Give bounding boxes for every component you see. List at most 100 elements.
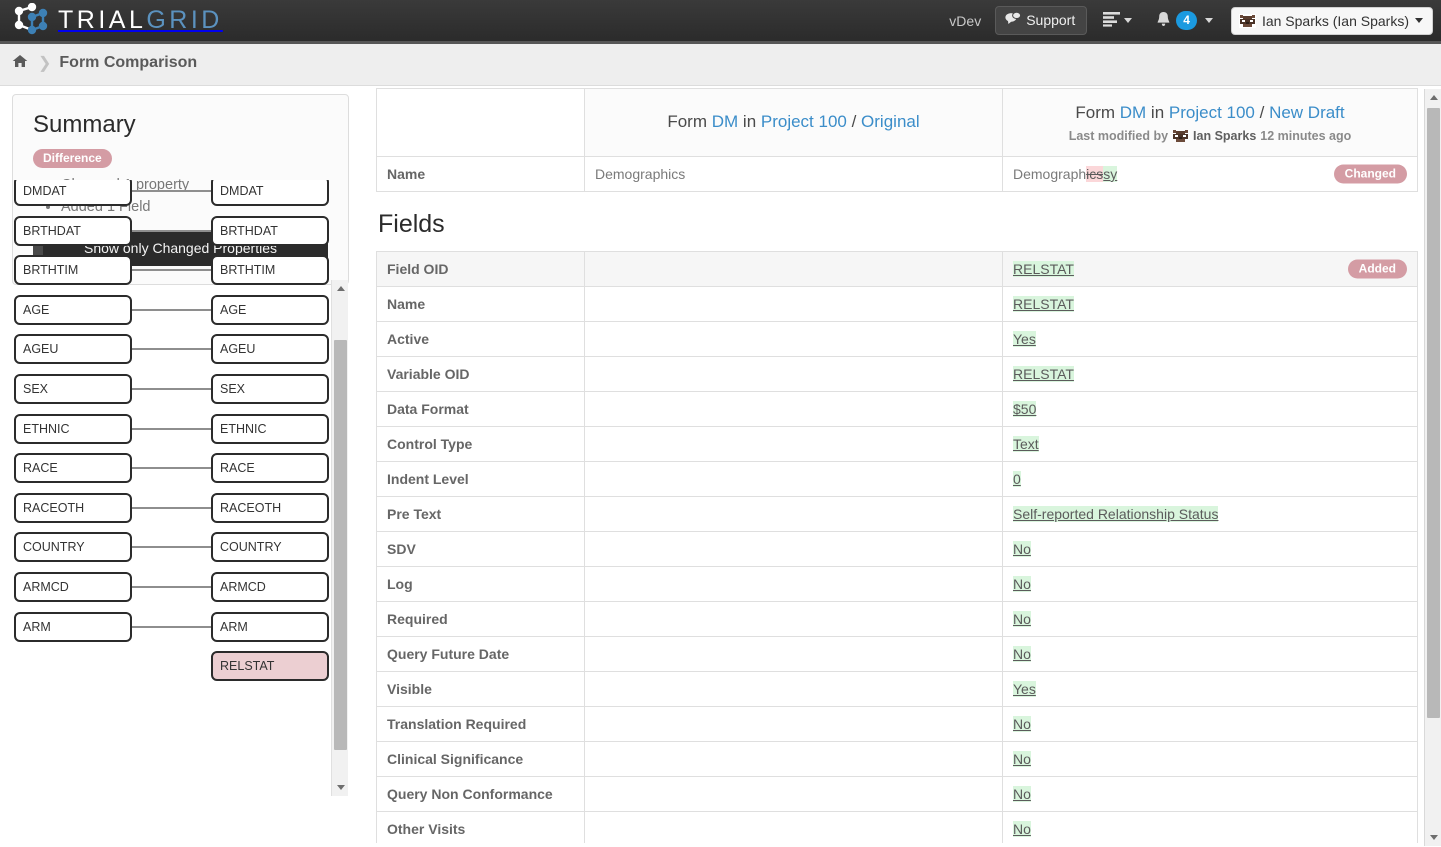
field-box-original[interactable]: DMDAT — [14, 180, 132, 206]
table-row: Control Type Text — [376, 426, 1418, 462]
diff-inserted: No — [1013, 751, 1031, 767]
table-row: Clinical Significance No — [376, 741, 1418, 777]
version-link[interactable]: New Draft — [1269, 103, 1345, 122]
main-pane-scrollbar[interactable] — [1424, 89, 1441, 846]
field-box-new[interactable]: RACEOTH — [211, 492, 329, 523]
field-box-original[interactable]: ARMCD — [14, 571, 132, 602]
form-comparison-table: Form DM in Project 100 / Original Form D… — [376, 88, 1418, 192]
difference-badge: Difference — [33, 149, 112, 168]
diff-inserted: RELSTAT — [1013, 261, 1074, 277]
field-box-original[interactable]: BRTHTIM — [14, 255, 132, 286]
diff-inserted: No — [1013, 716, 1031, 732]
field-box-new[interactable]: RACE — [211, 453, 329, 484]
row-label: Variable OID — [376, 356, 585, 392]
diff-inserted: Yes — [1013, 331, 1036, 347]
field-box-original[interactable]: ETHNIC — [14, 413, 132, 444]
field-box-original[interactable]: SEX — [14, 373, 132, 404]
row-label: Name — [376, 286, 585, 322]
fields-section-heading: Fields — [378, 210, 445, 238]
home-icon[interactable] — [12, 54, 28, 72]
brand-home-link[interactable]: TRIALGRID — [0, 2, 223, 39]
cell-original-value — [584, 706, 1003, 742]
field-box-new[interactable]: BRTHTIM — [211, 255, 329, 286]
cell-original-value — [584, 426, 1003, 462]
field-box-original[interactable]: AGEU — [14, 334, 132, 365]
field-box-new[interactable]: SEX — [211, 373, 329, 404]
field-box-original[interactable]: BRTHDAT — [14, 215, 132, 246]
cell-new-value: No — [1002, 811, 1418, 843]
diff-inserted: No — [1013, 786, 1031, 802]
cell-original-value — [584, 321, 1003, 357]
field-box-original[interactable]: AGE — [14, 294, 132, 325]
table-row: Visible Yes — [376, 671, 1418, 707]
notifications-button[interactable]: 4 — [1144, 5, 1225, 37]
cell-original-value — [584, 496, 1003, 532]
field-map-scrollbar[interactable] — [331, 280, 348, 796]
row-label: Indent Level — [376, 461, 585, 497]
field-box-original[interactable]: COUNTRY — [14, 532, 132, 563]
scrollbar-thumb[interactable] — [334, 340, 347, 750]
row-label: SDV — [376, 531, 585, 567]
table-row: Variable OID RELSTAT — [376, 356, 1418, 392]
header-original-version: Form DM in Project 100 / Original — [584, 88, 1003, 157]
field-box-new[interactable]: COUNTRY — [211, 532, 329, 563]
cell-new-value: No — [1002, 706, 1418, 742]
table-row: SDV No — [376, 531, 1418, 567]
field-box-new[interactable]: AGE — [211, 294, 329, 325]
scroll-down-arrow-icon[interactable] — [332, 779, 349, 796]
table-row: Active Yes — [376, 321, 1418, 357]
status-badge: Added — [1347, 259, 1407, 279]
scroll-up-arrow-icon[interactable] — [1425, 89, 1441, 106]
scroll-up-arrow-icon[interactable] — [332, 280, 349, 297]
table-row: Required No — [376, 601, 1418, 637]
cell-original-value — [584, 356, 1003, 392]
table-row: Other Visits No — [376, 811, 1418, 843]
diff-inserted: No — [1013, 611, 1031, 627]
field-box-original[interactable]: RACE — [14, 453, 132, 484]
field-box-original[interactable]: ARM — [14, 611, 132, 642]
cell-original-value — [584, 671, 1003, 707]
field-link-line — [132, 269, 211, 272]
row-label: Other Visits — [376, 811, 585, 843]
user-menu-button[interactable]: Ian Sparks (Ian Sparks) — [1230, 6, 1433, 35]
row-label: Clinical Significance — [376, 741, 585, 777]
list-lines-icon — [1103, 11, 1121, 30]
table-row: Query Non Conformance No — [376, 776, 1418, 812]
vdev-link[interactable]: vDev — [935, 13, 995, 29]
network-nodes-icon — [10, 2, 50, 39]
cell-new-value: No — [1002, 601, 1418, 637]
field-map-row: RELSTAT — [0, 651, 349, 691]
project-link[interactable]: Project 100 — [1169, 103, 1255, 122]
row-label: Query Future Date — [376, 636, 585, 672]
field-box-new[interactable]: DMDAT — [211, 180, 329, 206]
summary-title: Summary — [33, 111, 136, 138]
field-box-new[interactable]: AGEU — [211, 334, 329, 365]
scroll-down-arrow-icon[interactable] — [1425, 829, 1441, 846]
tasks-menu-button[interactable] — [1091, 6, 1144, 36]
project-link[interactable]: Project 100 — [761, 112, 847, 131]
cell-original-value — [584, 251, 1003, 287]
cell-original-value — [584, 566, 1003, 602]
form-link[interactable]: DM — [712, 112, 738, 131]
field-box-original[interactable]: RACEOTH — [14, 492, 132, 523]
cell-original-value — [584, 391, 1003, 427]
row-label: Log — [376, 566, 585, 602]
scrollbar-thumb[interactable] — [1427, 108, 1440, 718]
field-box-new[interactable]: ARMCD — [211, 571, 329, 602]
form-link[interactable]: DM — [1120, 103, 1146, 122]
field-box-added[interactable]: RELSTAT — [211, 651, 329, 682]
cell-new-value: No — [1002, 776, 1418, 812]
row-label: Required — [376, 601, 585, 637]
field-box-new[interactable]: BRTHDAT — [211, 215, 329, 246]
field-map-row: AGE AGE — [0, 294, 349, 335]
bell-icon — [1156, 11, 1171, 31]
diff-inserted: No — [1013, 646, 1031, 662]
chevron-down-icon — [1124, 18, 1133, 23]
field-box-new[interactable]: ARM — [211, 611, 329, 642]
field-link-line — [132, 427, 211, 430]
version-link[interactable]: Original — [861, 112, 920, 131]
field-map-row: ARM ARM — [0, 611, 349, 652]
table-header-row: Form DM in Project 100 / Original Form D… — [376, 88, 1418, 157]
field-box-new[interactable]: ETHNIC — [211, 413, 329, 444]
support-button[interactable]: Support — [995, 6, 1088, 35]
